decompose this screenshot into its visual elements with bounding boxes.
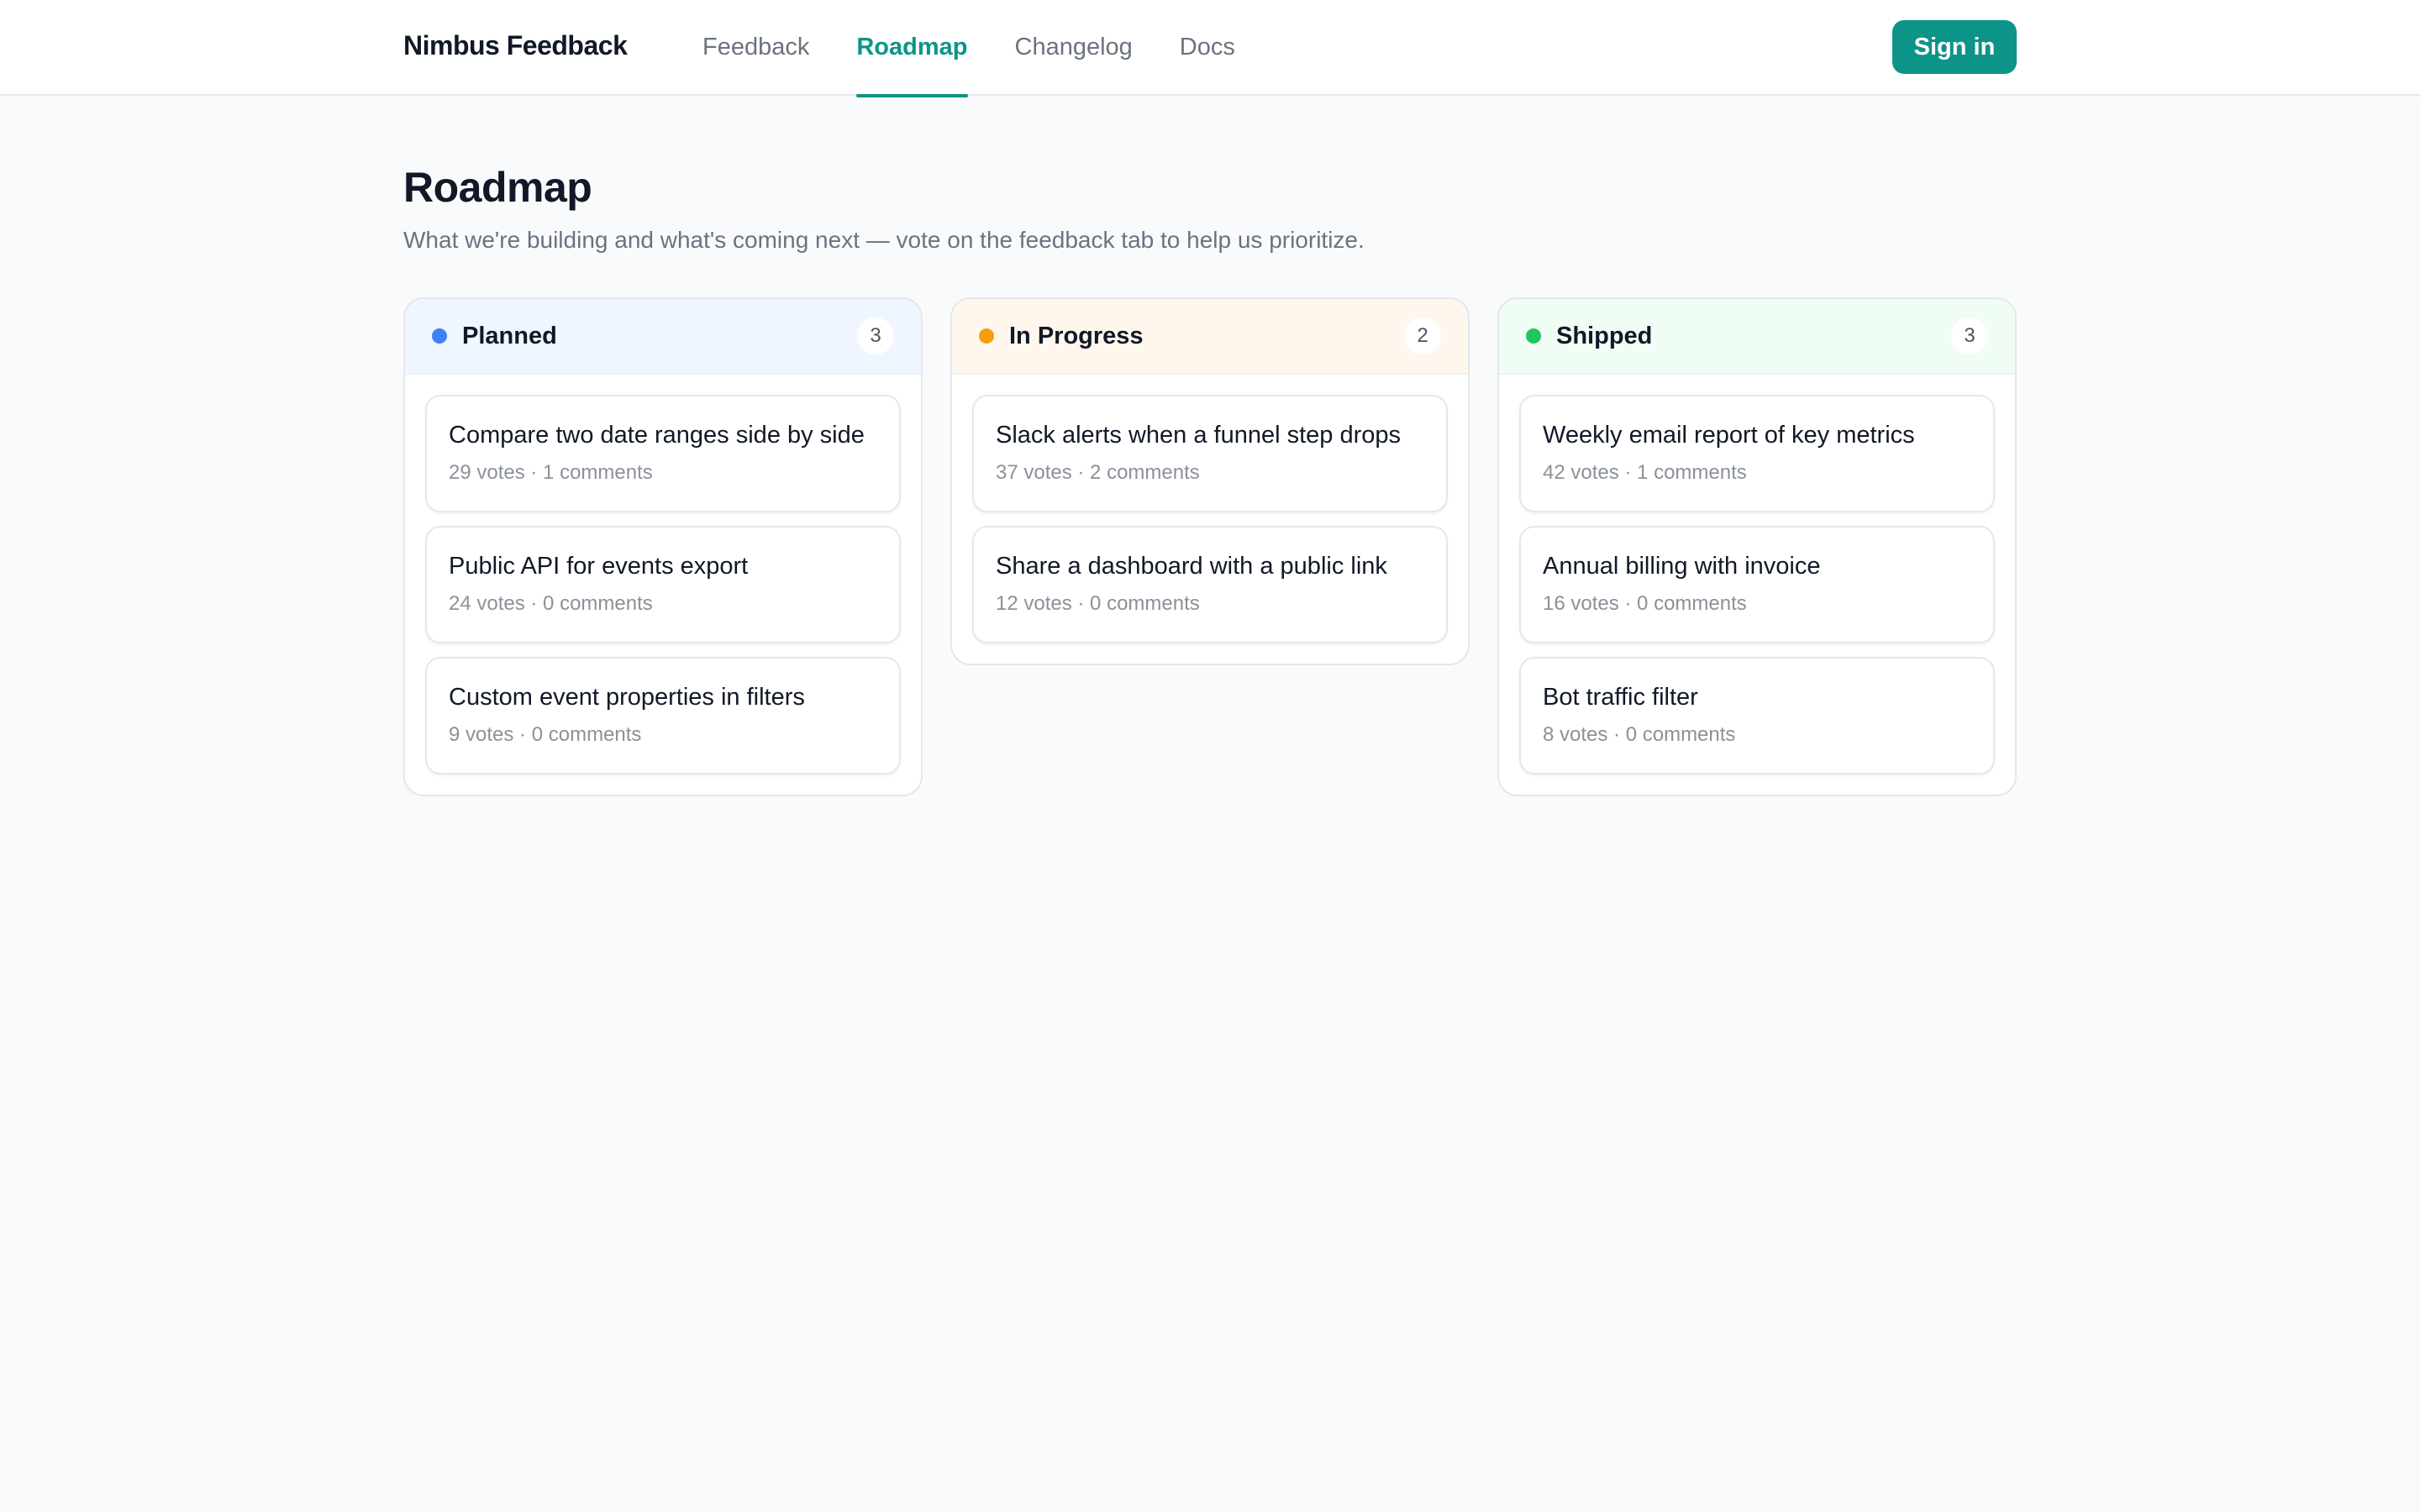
card-title: Compare two date ranges side by side [449,422,865,449]
status-dot-icon [979,328,994,344]
column-card-list: Weekly email report of key metrics 42 vo… [1499,375,2015,795]
card-meta: 42 votes · 1 comments [1543,461,1747,484]
roadmap-card[interactable]: Bot traffic filter 8 votes · 0 comments [1519,657,1995,774]
card-title: Share a dashboard with a public link [996,553,1387,580]
roadmap-card[interactable]: Custom event properties in filters 9 vot… [425,657,901,774]
page-title: Roadmap [403,164,592,211]
card-title: Bot traffic filter [1543,684,1698,711]
card-meta: 16 votes · 0 comments [1543,592,1747,615]
roadmap-card[interactable]: Compare two date ranges side by side 29 … [425,395,901,512]
nav-item-feedback[interactable]: Feedback [702,0,809,96]
roadmap-card[interactable]: Slack alerts when a funnel step drops 37… [972,395,1448,512]
roadmap-column-planned: Planned 3 Compare two date ranges side b… [403,297,923,796]
roadmap-column-in-progress: In Progress 2 Slack alerts when a funnel… [950,297,1470,665]
column-header: In Progress 2 [952,299,1468,375]
roadmap-card[interactable]: Share a dashboard with a public link 12 … [972,526,1448,643]
status-dot-icon [432,328,447,344]
column-card-list: Slack alerts when a funnel step drops 37… [952,375,1468,664]
card-meta: 29 votes · 1 comments [449,461,653,484]
column-count-badge: 3 [1951,318,1988,354]
column-title: Planned [462,322,557,349]
column-title: In Progress [1009,322,1144,349]
nav-item-docs[interactable]: Docs [1180,0,1235,96]
main-nav: Feedback Roadmap Changelog Docs [702,0,1282,97]
column-card-list: Compare two date ranges side by side 29 … [405,375,921,795]
roadmap-card[interactable]: Annual billing with invoice 16 votes · 0… [1519,526,1995,643]
card-meta: 8 votes · 0 comments [1543,723,1736,746]
card-meta: 37 votes · 2 comments [996,461,1200,484]
roadmap-card[interactable]: Public API for events export 24 votes · … [425,526,901,643]
brand-logo-text[interactable]: Nimbus Feedback [403,30,628,61]
card-title: Custom event properties in filters [449,684,805,711]
page-subtitle: What we're building and what's coming ne… [403,227,1365,253]
column-header: Planned 3 [405,299,921,375]
roadmap-card[interactable]: Weekly email report of key metrics 42 vo… [1519,395,1995,512]
card-title: Public API for events export [449,553,749,580]
nav-item-roadmap[interactable]: Roadmap [856,0,968,97]
top-navigation-bar: Nimbus Feedback Feedback Roadmap Changel… [0,0,2420,97]
column-count-badge: 3 [857,318,894,354]
card-title: Slack alerts when a funnel step drops [996,422,1401,449]
status-dot-icon [1526,328,1541,344]
card-title: Weekly email report of key metrics [1543,422,1915,449]
column-title: Shipped [1556,322,1653,349]
column-header: Shipped 3 [1499,299,2015,375]
sign-in-button[interactable]: Sign in [1892,20,2017,74]
card-title: Annual billing with invoice [1543,553,1821,580]
card-meta: 24 votes · 0 comments [449,592,653,615]
roadmap-column-shipped: Shipped 3 Weekly email report of key met… [1497,297,2017,796]
card-meta: 12 votes · 0 comments [996,592,1200,615]
card-meta: 9 votes · 0 comments [449,723,642,746]
nav-item-changelog[interactable]: Changelog [1015,0,1133,96]
column-count-badge: 2 [1404,318,1441,354]
